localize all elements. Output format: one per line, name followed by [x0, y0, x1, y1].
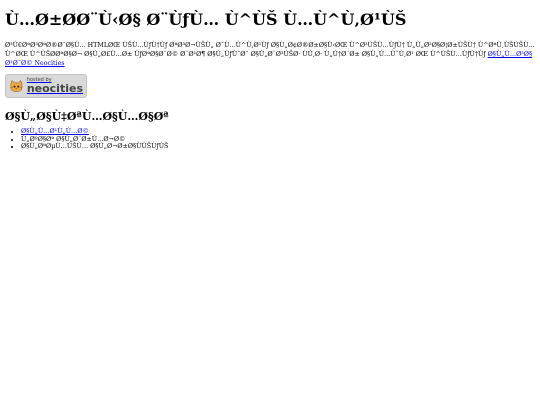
interest-text: Ø§Ù„ØªØµÙ…ÙŠÙ… Ø§Ù„Ø¬Ø±Ø§ÙÙŠÙƒÙŠ: [21, 143, 169, 150]
page: Ù…Ø±ØØ¨Ù‹Ø§ Ø¨ÙƒÙ… Ù^ÙŠ Ù…Ù^Ù‚Ø¹ÙŠ Ø³Ù€Ø…: [0, 0, 540, 151]
hosted-by-neocities-badge[interactable]: hosted by neocities: [5, 74, 87, 98]
interests-list: Ø§Ù„Ù…Ø¹Ù„Ù…Ø© Ù„ØºØ§Øª Ø§Ù„Ø¨Ø±Ù…Ø¬Ø© Ø…: [5, 128, 535, 151]
badge-text: hosted by neocities: [27, 77, 83, 95]
neocities-cat-icon: [10, 79, 23, 92]
list-item: Ø§Ù„ØªØµÙ…ÙŠÙ… Ø§Ù„Ø¬Ø±Ø§ÙÙŠÙƒÙŠ: [21, 143, 535, 151]
interest-text: Ù„ØºØ§Øª Ø§Ù„Ø¨Ø±Ù…Ø¬Ø©: [21, 135, 126, 143]
intro-text: Ø³Ù€ØªØ³ØªØ®Ø¯Ø§Ù… HTMLØŒ ÙŠÙ…ÙƒÙ†Ùƒ ØªØ…: [5, 42, 535, 58]
list-item: Ù„ØºØ§Øª Ø§Ù„Ø¨Ø±Ù…Ø¬Ø©: [21, 136, 535, 144]
list-item: Ø§Ù„Ù…Ø¹Ù„Ù…Ø©: [21, 128, 535, 136]
page-title: Ù…Ø±ØØ¨Ù‹Ø§ Ø¨ÙƒÙ… Ù^ÙŠ Ù…Ù^Ù‚Ø¹ÙŠ: [5, 10, 407, 29]
interests-heading: Ø§Ù„Ø§Ù‡ØªÙ…Ø§Ù…Ø§Øª: [5, 110, 169, 123]
badge-brand: neocities: [26, 82, 83, 95]
interest-link[interactable]: Ø§Ù„Ù…Ø¹Ù„Ù…Ø©: [21, 128, 89, 135]
intro-paragraph: Ø³Ù€ØªØ³ØªØ®Ø¯Ø§Ù… HTMLØŒ ÙŠÙ…ÙƒÙ†Ùƒ ØªØ…: [5, 41, 535, 68]
